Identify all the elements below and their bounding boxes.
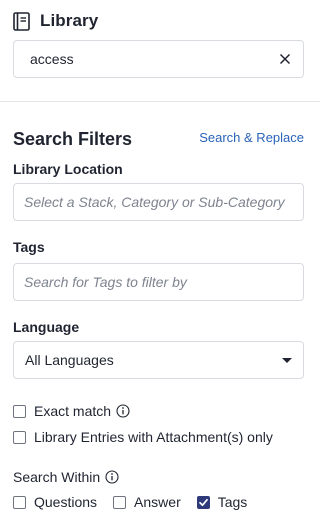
questions-checkbox[interactable]	[13, 495, 26, 509]
tags-input[interactable]	[13, 263, 304, 301]
panel-header: Library	[13, 9, 98, 33]
language-select-value: All Languages	[25, 352, 114, 368]
library-search-box	[13, 40, 304, 78]
answer-label: Answer	[134, 494, 181, 510]
library-location-input[interactable]	[13, 183, 304, 221]
search-filters-title: Search Filters	[13, 129, 133, 149]
page-title: Library	[40, 11, 99, 30]
search-within-options: Questions Answer Tags	[13, 493, 263, 511]
tags-option-label: Tags	[217, 494, 248, 510]
library-location-label: Library Location	[13, 161, 123, 177]
attachments-only-checkbox[interactable]	[13, 430, 26, 444]
language-label: Language	[13, 319, 80, 335]
close-icon[interactable]	[277, 51, 293, 67]
search-replace-link[interactable]: Search & Replace	[199, 130, 304, 145]
answer-checkbox[interactable]	[113, 495, 127, 509]
search-input[interactable]	[30, 51, 277, 67]
attachments-only-row: Library Entries with Attachment(s) only	[13, 428, 273, 446]
exact-match-row: Exact match	[13, 402, 130, 420]
section-divider	[0, 101, 320, 102]
attachments-only-label: Library Entries with Attachment(s) only	[34, 429, 273, 445]
exact-match-label: Exact match	[34, 403, 112, 419]
exact-match-checkbox[interactable]	[13, 404, 26, 418]
library-search-panel: Library Search Filters Search & Replace …	[0, 0, 320, 525]
language-select[interactable]: All Languages	[13, 341, 304, 379]
check-icon	[198, 498, 208, 506]
info-icon[interactable]	[116, 404, 130, 418]
within-option-tags: Tags	[196, 494, 248, 510]
search-within-heading: Search Within	[13, 468, 119, 486]
tags-label: Tags	[13, 239, 45, 255]
chevron-down-icon	[282, 357, 292, 363]
within-option-answer: Answer	[113, 494, 181, 510]
info-icon[interactable]	[105, 470, 119, 484]
search-within-label: Search Within	[13, 469, 101, 485]
questions-label: Questions	[34, 494, 98, 510]
tags-checkbox[interactable]	[196, 495, 210, 509]
book-icon	[13, 11, 30, 31]
within-option-questions: Questions	[13, 494, 97, 510]
